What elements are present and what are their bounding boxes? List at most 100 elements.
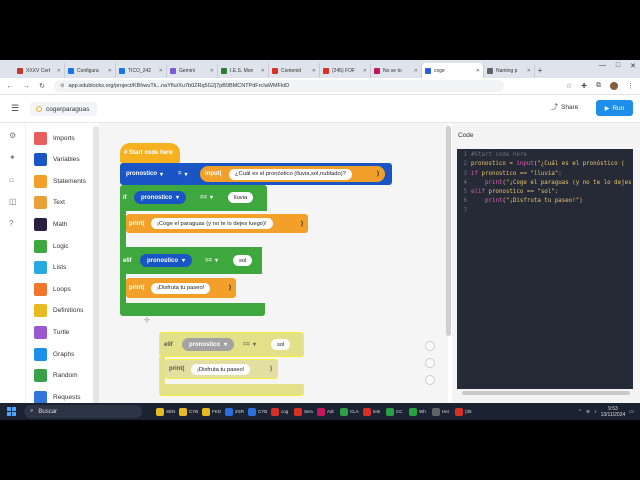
- taskbar-app[interactable]: Serv: [292, 405, 313, 418]
- start-hat-block[interactable]: # Start code here: [120, 143, 180, 163]
- toolbox-category[interactable]: Graphs: [34, 347, 74, 361]
- back-icon[interactable]: ←: [6, 83, 14, 90]
- taskbar-app[interactable]: Wh: [407, 405, 428, 418]
- dragged-op-dropdown[interactable]: == ▾: [243, 339, 256, 350]
- taskbar-app[interactable]: tele: [361, 405, 382, 418]
- taskbar-app[interactable]: CYB: [246, 405, 267, 418]
- taskbar-app[interactable]: FKD: [200, 405, 221, 418]
- tab-close-icon[interactable]: ✕: [261, 68, 265, 74]
- lightbulb-icon[interactable]: ✦: [9, 153, 16, 162]
- chat-icon[interactable]: ◫: [9, 197, 17, 206]
- browser-tab[interactable]: (245) FOF ✕: [320, 63, 371, 78]
- dragged-print-text[interactable]: ¡Disfruta tu paseo!: [191, 364, 251, 375]
- zoom-reset-icon[interactable]: [425, 341, 435, 351]
- tab-close-icon[interactable]: ✕: [476, 68, 480, 74]
- input-block[interactable]: input( ¿Cuál es el pronóstico (lluvia,so…: [200, 166, 385, 182]
- new-tab-button[interactable]: +: [535, 63, 545, 78]
- taskbar-app[interactable]: CLA: [338, 405, 359, 418]
- browser-tab[interactable]: TICO_242 ✕: [116, 63, 167, 78]
- code-tab[interactable]: Code: [458, 132, 474, 139]
- extensions-puzzle-icon[interactable]: ⧉: [596, 82, 601, 90]
- settings-icon[interactable]: ⚙: [9, 131, 16, 140]
- taskbar-search[interactable]: ⌕ Buscar: [24, 405, 142, 418]
- elif-value-text[interactable]: sol: [233, 255, 253, 266]
- toolbox-category[interactable]: Definitions: [34, 304, 83, 318]
- dragged-elif-block[interactable]: elif pronostico ▾ == ▾ sol: [159, 332, 304, 357]
- tray-chevron-icon[interactable]: ⌃: [578, 409, 582, 415]
- zoom-in-icon[interactable]: [425, 358, 435, 368]
- assign-var-dropdown[interactable]: pronostico ▾: [126, 169, 163, 180]
- windows-start-icon[interactable]: [7, 407, 16, 416]
- print-block-1[interactable]: print( ¡Coge el paraguas (y no te lo dej…: [126, 214, 308, 233]
- profile-avatar[interactable]: [610, 82, 618, 90]
- browser-menu-icon[interactable]: ⋮: [627, 82, 634, 90]
- elif-op-dropdown[interactable]: == ▾: [205, 255, 218, 266]
- notifications-icon[interactable]: ▭: [629, 409, 634, 415]
- if-var-dropdown[interactable]: pronostico ▾: [134, 191, 187, 204]
- print-block-2[interactable]: print( ¡Disfruta tu paseo! ): [126, 278, 236, 298]
- assign-op-dropdown[interactable]: = ▾: [178, 169, 188, 180]
- close-window-button[interactable]: ✕: [630, 62, 636, 70]
- if-value-text[interactable]: lluvia: [228, 192, 254, 203]
- reload-icon[interactable]: ↻: [38, 82, 46, 90]
- tab-close-icon[interactable]: ✕: [527, 68, 531, 74]
- code-horizontal-scrollbar[interactable]: [462, 391, 630, 395]
- toolbox-category[interactable]: Loops: [34, 282, 71, 296]
- toolbox-category[interactable]: Text: [34, 196, 65, 210]
- project-name-pill[interactable]: cogerparaguas: [30, 102, 98, 116]
- tab-close-icon[interactable]: ✕: [108, 68, 112, 74]
- toolbox-category[interactable]: Logic: [34, 239, 69, 253]
- browser-tab[interactable]: Gemini ✕: [167, 63, 218, 78]
- assign-block[interactable]: pronostico ▾ = ▾ input( ¿Cuál es el pron…: [120, 163, 392, 185]
- minimize-button[interactable]: —: [599, 62, 606, 70]
- taskbar-app[interactable]: CC: [384, 405, 405, 418]
- extension-icon[interactable]: ✚: [581, 82, 587, 90]
- browser-tab[interactable]: No se to ✕: [371, 63, 422, 78]
- wifi-icon[interactable]: ≋: [586, 409, 590, 415]
- help-icon[interactable]: ?: [9, 219, 13, 228]
- toolbox-category[interactable]: Imports: [34, 131, 75, 145]
- taskbar-app[interactable]: ZSR: [223, 405, 244, 418]
- run-button[interactable]: ▶ Run: [596, 100, 633, 116]
- browser-tab[interactable]: coge ✕: [422, 63, 484, 78]
- dragged-print-block[interactable]: print( ¡Disfruta tu paseo! ): [165, 359, 278, 379]
- taskbar-app[interactable]: cog: [269, 405, 290, 418]
- menu-icon[interactable]: ☰: [11, 103, 19, 114]
- tab-close-icon[interactable]: ✕: [312, 68, 316, 74]
- tab-close-icon[interactable]: ✕: [57, 68, 61, 74]
- toolbox-category[interactable]: Statements: [34, 174, 86, 188]
- tab-close-icon[interactable]: ✕: [363, 68, 367, 74]
- share-button[interactable]: ⤴ Share: [551, 102, 578, 112]
- browser-tab[interactable]: Contenid ✕: [269, 63, 320, 78]
- if-op-dropdown[interactable]: == ▾: [200, 192, 213, 203]
- taskbar-app[interactable]: Her: [430, 405, 451, 418]
- tab-close-icon[interactable]: ✕: [414, 68, 418, 74]
- volume-icon[interactable]: ♪: [594, 409, 597, 415]
- tab-close-icon[interactable]: ✕: [159, 68, 163, 74]
- toolbox-category[interactable]: Lists: [34, 261, 66, 275]
- bookmark-star-icon[interactable]: ☆: [566, 82, 572, 90]
- browser-tab[interactable]: Configura ✕: [65, 63, 116, 78]
- if-block[interactable]: if pronostico ▾ == ▾ lluvia: [120, 185, 267, 211]
- elif-var-dropdown[interactable]: pronostico ▾: [140, 254, 193, 267]
- home-icon[interactable]: ⌂: [9, 175, 14, 184]
- maximize-button[interactable]: □: [616, 62, 620, 70]
- address-bar[interactable]: ⚙ app.edublocks.org/project/KBhwuTk...na…: [54, 80, 504, 92]
- browser-tab[interactable]: XXXV Cert ✕: [14, 63, 65, 78]
- taskbar-app[interactable]: (35: [453, 405, 474, 418]
- dragged-value-text[interactable]: sol: [271, 339, 291, 350]
- forward-icon[interactable]: →: [22, 83, 30, 90]
- toolbox-category[interactable]: Variables: [34, 153, 80, 167]
- dragged-var-dropdown[interactable]: pronostico ▾: [182, 338, 235, 351]
- code-editor[interactable]: 1 #Start code here 2 pronostico = input ("¿C…: [457, 149, 633, 389]
- taskbar-app[interactable]: Adr: [315, 405, 336, 418]
- toolbox-category[interactable]: Random: [34, 369, 78, 383]
- workspace-vertical-scrollbar[interactable]: [446, 126, 451, 336]
- tab-close-icon[interactable]: ✕: [210, 68, 214, 74]
- site-info-icon[interactable]: ⚙: [60, 83, 64, 89]
- taskbar-app[interactable]: CYB: [177, 405, 198, 418]
- block-workspace[interactable]: # Start code here pronostico ▾ = ▾ input…: [99, 123, 448, 420]
- toolbox-category[interactable]: Turtle: [34, 325, 69, 339]
- browser-tab[interactable]: I.E.S. Mon ✕: [218, 63, 269, 78]
- print-1-text[interactable]: ¡Coge el paraguas (y no te lo dejes lueg…: [151, 218, 273, 229]
